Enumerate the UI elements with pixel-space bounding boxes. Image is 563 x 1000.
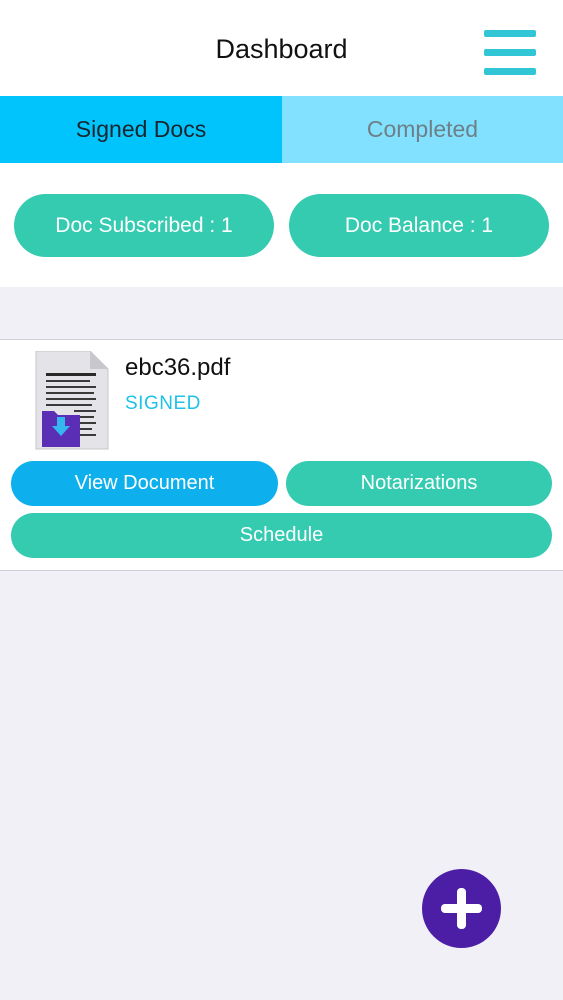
document-card: ebc36.pdf SIGNED View Document Notarizat… [0,339,563,571]
doc-balance-badge: Doc Balance : 1 [289,194,549,257]
tab-bar: Signed Docs Completed [0,96,563,163]
stats-panel: Doc Subscribed : 1 Doc Balance : 1 [0,163,563,287]
page-title: Dashboard [215,34,348,64]
tab-signed-docs[interactable]: Signed Docs [0,96,282,163]
app-header: Dashboard [0,0,563,96]
add-document-button[interactable] [422,869,501,948]
doc-subscribed-badge: Doc Subscribed : 1 [14,194,274,257]
notarizations-button[interactable]: Notarizations [286,461,552,506]
document-name: ebc36.pdf [125,354,231,381]
status-badge: SIGNED [125,393,201,414]
pdf-document-icon [34,350,110,451]
tab-completed[interactable]: Completed [282,96,563,163]
view-document-button[interactable]: View Document [11,461,278,506]
hamburger-menu-icon[interactable] [484,30,538,76]
schedule-button[interactable]: Schedule [11,513,552,558]
plus-icon [441,888,482,929]
